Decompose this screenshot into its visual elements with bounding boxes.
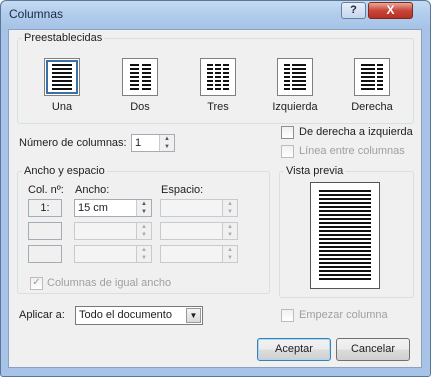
width-spacing-title: Ancho y espacio [22, 165, 107, 177]
equal-width-checkbox[interactable]: ✓ [30, 277, 43, 290]
spacing-stepper[interactable]: ▲ ▼ [160, 199, 238, 217]
left-columns-icon [284, 64, 290, 90]
presets-title: Preestablecidas [22, 32, 105, 44]
cancel-button[interactable]: Cancelar [336, 338, 410, 361]
preview-text-lines [319, 190, 371, 281]
preset-right[interactable] [354, 58, 390, 96]
preset-left-label: Izquierda [272, 101, 318, 113]
line-between-checkbox[interactable] [281, 145, 294, 158]
preset-two-columns[interactable] [122, 58, 158, 96]
close-button[interactable]: X [368, 2, 413, 19]
col-number-cell [28, 245, 62, 263]
num-columns-value: 1 [135, 137, 142, 149]
line-between-label: Línea entre columnas [299, 145, 405, 157]
checkmark-icon: ✓ [32, 277, 41, 288]
num-columns-stepper[interactable]: 1 ▲ ▼ [131, 134, 175, 152]
apply-to-value: Todo el documento [79, 309, 172, 321]
one-column-icon [52, 64, 72, 90]
arrow-down-icon[interactable]: ▼ [160, 143, 174, 151]
ok-button[interactable]: Aceptar [257, 338, 331, 361]
three-columns-icon [207, 64, 213, 90]
width-stepper[interactable]: 15 cm ▲ ▼ [74, 199, 152, 217]
right-to-left-checkbox[interactable] [281, 126, 294, 139]
apply-to-label: Aplicar a: [19, 309, 65, 321]
dialog-title: Columnas [9, 7, 64, 21]
col-number-cell: 1: [28, 199, 62, 217]
preset-two-label: Dos [130, 101, 150, 113]
arrow-up-icon[interactable]: ▲ [223, 223, 237, 231]
preview-title: Vista previa [284, 165, 346, 177]
right-to-left-label: De derecha a izquierda [299, 126, 413, 138]
spacing-stepper[interactable]: ▲ ▼ [160, 222, 238, 240]
preset-three-columns[interactable] [200, 58, 236, 96]
arrow-up-icon[interactable]: ▲ [223, 200, 237, 208]
arrow-up-icon[interactable]: ▲ [137, 200, 151, 208]
columns-dialog: Columnas ? X Preestablecidas Una Dos Tre… [0, 0, 431, 377]
arrow-up-icon[interactable]: ▲ [160, 135, 174, 143]
chevron-down-icon[interactable]: ▼ [186, 308, 201, 323]
dialog-body: Preestablecidas Una Dos Tres Izquierda D… [8, 29, 422, 368]
arrow-down-icon[interactable]: ▼ [223, 231, 237, 239]
title-bar: Columnas ? X [1, 1, 430, 29]
preset-right-label: Derecha [351, 101, 393, 113]
equal-width-label: Columnas de igual ancho [47, 277, 172, 289]
preset-left[interactable] [277, 58, 313, 96]
width-stepper[interactable]: ▲ ▼ [74, 245, 152, 263]
arrow-up-icon[interactable]: ▲ [137, 223, 151, 231]
spacing-stepper[interactable]: ▲ ▼ [160, 245, 238, 263]
two-columns-icon [130, 64, 139, 90]
num-columns-label: Número de columnas: [19, 137, 127, 149]
arrow-down-icon[interactable]: ▼ [137, 208, 151, 216]
col-number-header: Col. nº: [28, 184, 64, 196]
col-number-cell [28, 222, 62, 240]
preset-one-label: Una [51, 101, 73, 113]
help-button[interactable]: ? [341, 2, 366, 19]
arrow-down-icon[interactable]: ▼ [137, 254, 151, 262]
arrow-down-icon[interactable]: ▼ [223, 254, 237, 262]
width-header: Ancho: [75, 184, 110, 196]
arrow-up-icon[interactable]: ▲ [223, 246, 237, 254]
width-value: 15 cm [78, 202, 108, 214]
preset-three-label: Tres [207, 101, 229, 113]
start-column-label: Empezar columna [299, 309, 388, 321]
spacing-header: Espacio: [161, 184, 204, 196]
preset-one-column[interactable] [44, 58, 80, 96]
arrow-down-icon[interactable]: ▼ [223, 208, 237, 216]
apply-to-select[interactable]: Todo el documento ▼ [75, 306, 203, 325]
arrow-up-icon[interactable]: ▲ [137, 246, 151, 254]
right-columns-icon [361, 64, 375, 90]
preview-page [310, 182, 380, 289]
width-stepper[interactable]: ▲ ▼ [74, 222, 152, 240]
start-column-checkbox[interactable] [281, 309, 294, 322]
arrow-down-icon[interactable]: ▼ [137, 231, 151, 239]
